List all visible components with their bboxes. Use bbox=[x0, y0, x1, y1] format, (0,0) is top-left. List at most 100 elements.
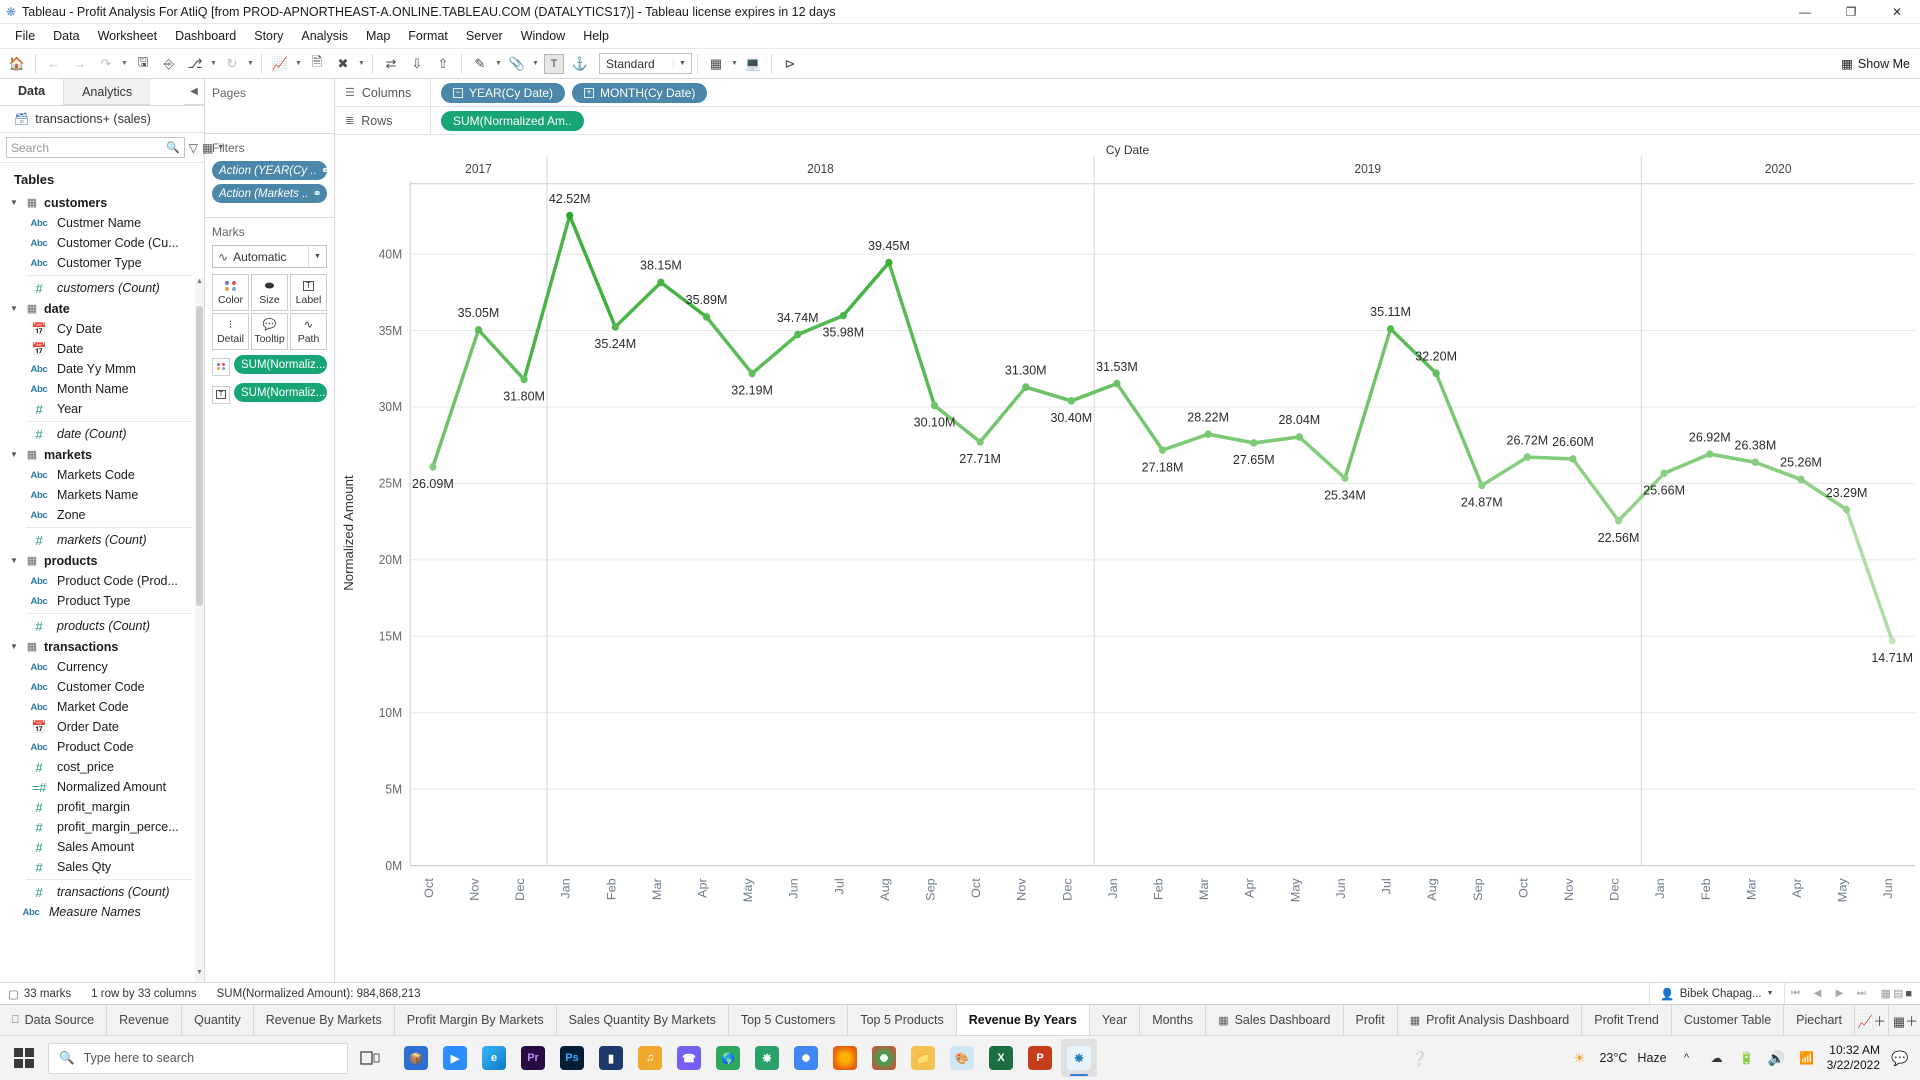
data-point[interactable] bbox=[885, 258, 893, 267]
wifi-icon[interactable]: 📶 bbox=[1797, 1051, 1817, 1065]
app-icon-chrome-2[interactable] bbox=[866, 1039, 902, 1077]
rows-drop-area[interactable]: SUM(Normalized Am.. bbox=[431, 107, 1920, 134]
new-worksheet-button[interactable]: 📈＋ bbox=[1855, 1005, 1890, 1035]
data-point[interactable] bbox=[748, 369, 756, 378]
data-point[interactable] bbox=[794, 330, 802, 339]
data-point[interactable] bbox=[520, 375, 528, 384]
table-node-products[interactable]: ▼ ▦ products bbox=[0, 550, 204, 571]
chevron-down-icon[interactable]: ▼ bbox=[217, 137, 224, 158]
data-point[interactable] bbox=[611, 323, 619, 331]
data-point[interactable] bbox=[1204, 430, 1212, 439]
app-icon-tableau-desktop[interactable]: ❋ bbox=[1061, 1039, 1097, 1077]
worksheet-tab-piechart[interactable]: Piechart bbox=[1784, 1005, 1856, 1035]
text-tool-icon[interactable]: T bbox=[541, 51, 567, 77]
data-point[interactable] bbox=[1250, 439, 1258, 447]
undo-dropdown-icon[interactable]: ▼ bbox=[119, 60, 130, 67]
data-point[interactable] bbox=[1295, 433, 1303, 441]
field-markets-name[interactable]: Abc Markets Name bbox=[0, 485, 204, 505]
scroll-up-icon[interactable]: ▲ bbox=[195, 278, 204, 291]
start-button[interactable] bbox=[0, 1036, 48, 1080]
app-icon-excel[interactable]: X bbox=[983, 1039, 1019, 1077]
swap-rows-columns-icon[interactable]: ⇄ bbox=[378, 51, 404, 77]
new-worksheet-dropdown-icon[interactable]: ▼ bbox=[293, 60, 304, 67]
table-node-markets[interactable]: ▼ ▦ markets bbox=[0, 444, 204, 465]
worksheet-tab-quantity[interactable]: Quantity bbox=[182, 1005, 254, 1035]
next-sheet-icon[interactable]: ▶ bbox=[1829, 988, 1851, 999]
menu-format[interactable]: Format bbox=[399, 26, 457, 46]
data-point[interactable] bbox=[1341, 474, 1349, 483]
filter-pill-markets[interactable]: Action (Markets .. ⚭ bbox=[212, 184, 327, 203]
grid-view-icon[interactable]: ▦ bbox=[202, 137, 213, 158]
show-tabs-grid-icon[interactable]: ▦ bbox=[1881, 987, 1891, 1000]
field-customer-type[interactable]: Abc Customer Type bbox=[0, 253, 204, 273]
mark-card-tooltip[interactable]: 💬 Tooltip bbox=[251, 313, 288, 350]
fix-axis-icon[interactable]: ⚓ bbox=[567, 51, 593, 77]
app-icon-premiere[interactable]: Pr bbox=[515, 1039, 551, 1077]
field-product-code-prod[interactable]: Abc Product Code (Prod... bbox=[0, 571, 204, 591]
app-icon-chrome[interactable] bbox=[788, 1039, 824, 1077]
app-icon-powerpoint[interactable]: P bbox=[1022, 1039, 1058, 1077]
filters-shelf[interactable]: Filters Action (YEAR(Cy .. ⚭ Action (Mar… bbox=[205, 134, 334, 218]
sort-descending-icon[interactable]: ⇧ bbox=[430, 51, 456, 77]
field-customers-count[interactable]: # customers (Count) bbox=[0, 278, 204, 298]
data-point[interactable] bbox=[1432, 369, 1440, 378]
filter-pill-year[interactable]: Action (YEAR(Cy .. ⚭ bbox=[212, 161, 327, 180]
notifications-icon[interactable]: 💬 bbox=[1890, 1050, 1910, 1067]
menu-map[interactable]: Map bbox=[357, 26, 399, 46]
data-point[interactable] bbox=[1706, 450, 1714, 458]
worksheet-tab-year[interactable]: Year bbox=[1089, 1005, 1141, 1035]
line-chart[interactable]: 0M 5M 10M 15M 20M 25M 30M 35M 40M Normalized Amou… bbox=[335, 135, 1920, 982]
field-cost-price[interactable]: # cost_price bbox=[0, 757, 204, 777]
rows-shelf[interactable]: ≣ Rows SUM(Normalized Am.. bbox=[335, 107, 1920, 135]
columns-drop-area[interactable]: − YEAR(Cy Date) + MONTH(Cy Date) bbox=[431, 79, 1920, 106]
data-point[interactable] bbox=[474, 325, 483, 334]
show-me-button[interactable]: ▦ Show Me bbox=[1841, 56, 1910, 72]
data-point[interactable] bbox=[1888, 636, 1896, 645]
data-point[interactable] bbox=[429, 462, 437, 471]
field-currency[interactable]: Abc Currency bbox=[0, 657, 204, 677]
chevron-down-icon[interactable]: ▼ bbox=[8, 556, 20, 565]
app-icon-edge-legacy[interactable]: e bbox=[476, 1039, 512, 1077]
columns-shelf[interactable]: ☰ Columns − YEAR(Cy Date) + MONTH(Cy Dat… bbox=[335, 79, 1920, 107]
data-point[interactable] bbox=[1067, 397, 1075, 405]
fit-axis-icon[interactable]: ▦ bbox=[703, 51, 729, 77]
field-month-name[interactable]: Abc Month Name bbox=[0, 379, 204, 399]
menu-file[interactable]: File bbox=[6, 26, 44, 46]
table-node-transactions[interactable]: ▼ ▦ transactions bbox=[0, 636, 204, 657]
show-hidden-icons-icon[interactable]: ^ bbox=[1677, 1052, 1697, 1064]
pill-year-cy-date[interactable]: − YEAR(Cy Date) bbox=[441, 82, 566, 103]
new-worksheet-icon[interactable]: 📈 bbox=[267, 51, 293, 77]
app-icon-file-explorer[interactable]: 📁 bbox=[905, 1039, 941, 1077]
pages-shelf[interactable]: Pages bbox=[205, 79, 334, 134]
field-cy-date[interactable]: 📅 Cy Date bbox=[0, 319, 204, 339]
data-point[interactable] bbox=[1614, 516, 1623, 525]
collapse-pane-icon[interactable]: ◀ bbox=[184, 79, 204, 105]
sort-ascending-icon[interactable]: ⇩ bbox=[404, 51, 430, 77]
app-icon-audio[interactable]: ♫ bbox=[632, 1039, 668, 1077]
field-date[interactable]: 📅 Date bbox=[0, 339, 204, 359]
chevron-down-icon[interactable]: ▼ bbox=[8, 450, 20, 459]
menu-dashboard[interactable]: Dashboard bbox=[166, 26, 245, 46]
data-point[interactable] bbox=[1751, 458, 1759, 467]
refresh-icon[interactable]: ↻ bbox=[219, 51, 245, 77]
help-info-icon[interactable]: ❔ bbox=[1409, 1050, 1429, 1067]
new-dashboard-button[interactable]: ▦＋ bbox=[1889, 1005, 1920, 1035]
field-date-count[interactable]: # date (Count) bbox=[0, 424, 204, 444]
data-point[interactable] bbox=[1842, 505, 1851, 514]
worksheet-tab-data-source[interactable]: ⎕ Data Source bbox=[0, 1005, 108, 1035]
mark-pill-label[interactable]: SUM(Normaliz... bbox=[234, 383, 327, 402]
field-customer-code[interactable]: Abc Customer Code bbox=[0, 677, 204, 697]
field-sales-amount[interactable]: # Sales Amount bbox=[0, 837, 204, 857]
pause-datasource-icon[interactable]: ⎇ bbox=[182, 51, 208, 77]
app-icon-terminal[interactable]: ▮ bbox=[593, 1039, 629, 1077]
field-product-code[interactable]: Abc Product Code bbox=[0, 737, 204, 757]
maximize-button[interactable]: ❐ bbox=[1828, 0, 1874, 24]
datasource-dropdown-icon[interactable]: ▼ bbox=[208, 60, 219, 67]
search-input[interactable]: 🔍 bbox=[6, 137, 185, 158]
fit-axis-dropdown-icon[interactable]: ▼ bbox=[729, 60, 740, 67]
taskbar-clock[interactable]: 10:32 AM 3/22/2022 bbox=[1827, 1043, 1880, 1073]
field-products-count[interactable]: # products (Count) bbox=[0, 616, 204, 636]
table-node-date[interactable]: ▼ ▦ date bbox=[0, 298, 204, 319]
mark-card-path[interactable]: ∿ Path bbox=[290, 313, 327, 350]
undo-redo-icon[interactable]: ↷ bbox=[93, 51, 119, 77]
